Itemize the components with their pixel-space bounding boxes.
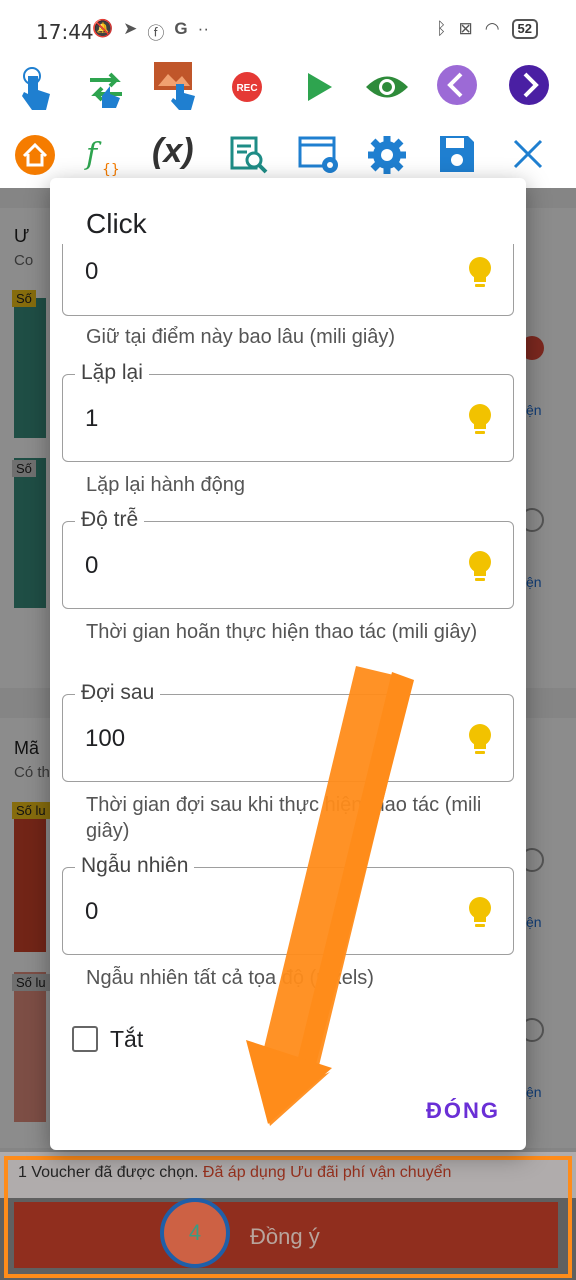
- home-icon[interactable]: [14, 134, 56, 176]
- bluetooth-icon: ᛒ: [436, 19, 447, 38]
- hint-bulb-icon[interactable]: [467, 550, 493, 584]
- search-doc-icon[interactable]: [228, 134, 270, 176]
- delay-label: Độ trễ: [75, 508, 145, 532]
- function-icon[interactable]: f {}: [82, 132, 130, 178]
- battery-icon: 52: [511, 19, 538, 39]
- click-settings-dialog: Click 0 Giữ tại điểm này bao lâu (mili g…: [50, 178, 526, 1150]
- swap-icon[interactable]: [84, 66, 128, 112]
- wifi-icon: ◠: [484, 19, 500, 38]
- hint-bulb-icon[interactable]: [467, 256, 493, 290]
- dialog-title: Click: [86, 208, 147, 239]
- play-icon[interactable]: [304, 70, 334, 104]
- svg-text:f: f: [84, 137, 102, 172]
- toolbar-top: REC 1: [0, 60, 576, 159]
- repeat-helper: Lặp lại hành động: [86, 474, 246, 496]
- random-field[interactable]: Ngẫu nhiên 0: [62, 854, 514, 955]
- svg-text:{}: {}: [102, 162, 120, 178]
- hint-bulb-icon[interactable]: [467, 896, 493, 930]
- silent-icon: 🔕: [92, 19, 114, 38]
- next-icon[interactable]: [508, 64, 550, 106]
- close-icon[interactable]: [512, 138, 544, 170]
- eye-icon[interactable]: [364, 70, 410, 104]
- prev-icon[interactable]: [436, 64, 478, 106]
- status-bar: 17:44 🔕 ➤ ⓕ G ·· ᛒ ⊠ ◠ 52: [0, 0, 576, 60]
- random-helper: Ngẫu nhiên tất cả tọa độ (pixels): [86, 967, 374, 989]
- status-right-icons: ᛒ ⊠ ◠ 52: [436, 19, 538, 39]
- disable-checkbox[interactable]: [72, 1026, 98, 1052]
- window-settings-icon[interactable]: [298, 136, 342, 176]
- step-number: 4: [188, 1220, 202, 1245]
- telegram-icon: ➤: [123, 19, 138, 38]
- image-tap-icon[interactable]: [152, 60, 202, 110]
- wait-after-field[interactable]: Đợi sau 100: [62, 681, 514, 782]
- hint-bulb-icon[interactable]: [467, 403, 493, 437]
- random-value: 0: [85, 898, 99, 925]
- record-icon[interactable]: REC: [230, 70, 264, 104]
- hold-duration-field[interactable]: 0: [62, 244, 514, 316]
- repeat-field[interactable]: Lặp lại 1: [62, 361, 514, 462]
- wait-after-label: Đợi sau: [75, 681, 161, 705]
- hold-duration-helper: Giữ tại điểm này bao lâu (mili giây): [86, 326, 396, 348]
- variable-icon[interactable]: (x): [152, 132, 194, 171]
- step-marker: 4: [160, 1198, 230, 1268]
- facebook-icon: ⓕ: [147, 24, 165, 43]
- record-label: REC: [236, 83, 257, 94]
- wait-after-helper: Thời gian đợi sau khi thực hiện thao tác…: [86, 794, 482, 842]
- gear-icon[interactable]: [366, 134, 408, 176]
- save-icon[interactable]: [438, 134, 476, 174]
- delay-value: 0: [85, 552, 99, 579]
- delay-helper: Thời gian hoãn thực hiện thao tác (mili …: [86, 621, 478, 643]
- sim-off-icon: ⊠: [458, 19, 473, 38]
- random-label: Ngẫu nhiên: [75, 854, 195, 878]
- delay-field[interactable]: Độ trễ 0: [62, 508, 514, 609]
- more-dots-icon: ··: [197, 19, 209, 38]
- status-time: 17:44: [36, 20, 94, 44]
- repeat-label: Lặp lại: [75, 361, 149, 385]
- hold-duration-value: 0: [85, 258, 99, 285]
- repeat-value: 1: [85, 405, 99, 432]
- tap-icon[interactable]: [18, 66, 58, 112]
- wait-after-value: 100: [85, 725, 126, 752]
- status-left-icons: 🔕 ➤ ⓕ G ··: [92, 19, 209, 44]
- google-icon: G: [174, 19, 188, 38]
- hint-bulb-icon[interactable]: [467, 723, 493, 757]
- highlight-frame: [4, 1156, 572, 1278]
- disable-checkbox-label[interactable]: Tắt: [110, 1026, 143, 1053]
- close-dialog-button[interactable]: ĐÓNG: [426, 1098, 500, 1124]
